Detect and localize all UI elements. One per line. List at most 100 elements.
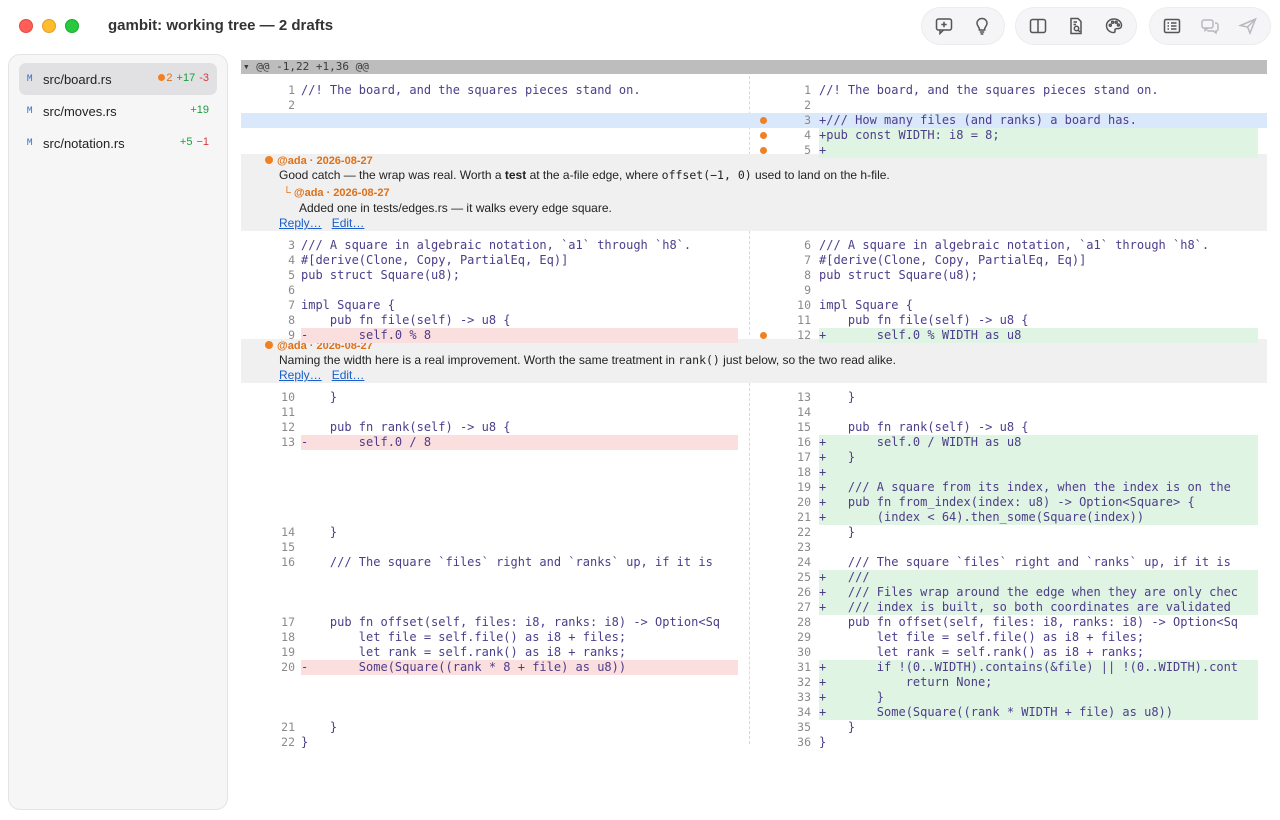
line-number-left: 10 <box>281 390 295 404</box>
file-row[interactable]: Msrc/board.rs 2 +17 -3 <box>19 63 217 95</box>
code-line-left: /// A square in algebraic notation, `a1`… <box>301 238 692 252</box>
reply-author: └ @ada · 2026-08-27 <box>283 187 390 199</box>
zoom-window-button[interactable] <box>65 19 79 33</box>
palette-icon <box>1105 18 1123 34</box>
line-number-left: 3 <box>288 238 295 252</box>
code-line-right: } <box>819 720 856 734</box>
suggestion-button[interactable] <box>966 12 998 40</box>
hunk-header[interactable]: ▾ @@ -1,22 +1,36 @@ <box>241 60 1267 74</box>
code-line-left: - self.0 % 8 <box>301 328 738 343</box>
find-in-document-button[interactable] <box>1060 12 1092 40</box>
send-icon <box>1238 17 1257 35</box>
draft-marker-icon[interactable] <box>760 132 767 139</box>
file-name: src/moves.rs <box>43 103 117 119</box>
split-view-button[interactable] <box>1022 12 1054 40</box>
title-bar: gambit: working tree — 2 drafts <box>0 0 1280 52</box>
line-number-right: 2 <box>804 98 811 112</box>
comment-code: rank() <box>678 353 720 367</box>
draft-marker-icon[interactable] <box>760 117 767 124</box>
code-line-right: pub fn offset(self, files: i8, ranks: i8… <box>819 615 1239 629</box>
reply-link[interactable]: Reply… <box>279 216 322 230</box>
pane-divider <box>749 231 750 335</box>
code-line-right <box>819 283 1258 298</box>
line-number-right: 11 <box>797 313 811 327</box>
conversation-button[interactable] <box>1194 12 1226 40</box>
line-number-left: 20 <box>281 660 295 674</box>
code-line-right: + /// A square from its index, when the … <box>819 480 1258 495</box>
code-line-left: let file = self.file() as i8 + files; <box>301 630 627 644</box>
code-line-left: pub fn rank(self) -> u8 { <box>301 420 511 434</box>
split-view-icon <box>1029 18 1047 34</box>
reply-body: Added one in tests/edges.rs — it walks e… <box>299 201 612 215</box>
line-number-left: 1 <box>288 83 295 97</box>
file-row[interactable]: Msrc/notation.rs +5 −1 <box>19 127 217 159</box>
submit-review-button[interactable] <box>1232 12 1264 40</box>
line-number-right: 4 <box>804 128 811 142</box>
minimize-window-button[interactable] <box>42 19 56 33</box>
edit-link[interactable]: Edit… <box>332 216 365 230</box>
code-line-left <box>301 128 738 143</box>
line-number-right: 32 <box>797 675 811 689</box>
code-line-left: //! The board, and the squares pieces st… <box>301 83 641 97</box>
code-line-right: + Some(Square((rank * WIDTH + file) as u… <box>819 705 1258 720</box>
reply-link[interactable]: Reply… <box>279 368 322 382</box>
code-line-left: - Some(Square((rank * 8 + file) as u8)) <box>301 660 738 675</box>
draft-marker-icon[interactable] <box>760 332 767 339</box>
add-comment-icon <box>935 18 953 36</box>
comment-text: Naming the width here is a real improvem… <box>279 353 679 367</box>
line-number-right: 29 <box>797 630 811 644</box>
code-line-right: impl Square { <box>819 298 913 312</box>
summary-button[interactable] <box>1156 12 1188 40</box>
pane-divider <box>749 383 750 744</box>
line-number-left: 6 <box>288 283 295 297</box>
code-line-left <box>301 450 738 465</box>
code-line-left: #[derive(Clone, Copy, PartialEq, Eq)] <box>301 253 569 267</box>
lightbulb-icon <box>976 17 988 35</box>
line-number-right: 3 <box>804 113 811 127</box>
theme-button[interactable] <box>1098 12 1130 40</box>
chat-bubbles-icon <box>1201 19 1219 35</box>
toolbar-group-comments <box>922 8 1004 44</box>
removed-count: −1 <box>196 136 209 148</box>
code-line-left: pub struct Square(u8); <box>301 268 460 282</box>
close-window-button[interactable] <box>19 19 33 33</box>
code-line-right: + return None; <box>819 675 1258 690</box>
code-line-left: } <box>301 525 338 539</box>
toolbar-group-view <box>1016 8 1136 44</box>
line-number-right: 28 <box>797 615 811 629</box>
line-number-left: 7 <box>288 298 295 312</box>
code-line-left <box>301 480 738 495</box>
code-line-right: + self.0 % WIDTH as u8 <box>819 328 1258 343</box>
code-line-right: +pub const WIDTH: i8 = 8; <box>819 128 1258 143</box>
code-line-left <box>301 540 738 555</box>
edit-link[interactable]: Edit… <box>332 368 365 382</box>
code-line-left <box>301 600 738 615</box>
line-number-right: 13 <box>797 390 811 404</box>
file-name: src/notation.rs <box>43 135 125 151</box>
line-number-right: 10 <box>797 298 811 312</box>
add-comment-button[interactable] <box>928 12 960 40</box>
code-line-right: /// A square in algebraic notation, `a1`… <box>819 238 1210 252</box>
code-line-left <box>301 405 738 420</box>
code-line-left: pub fn offset(self, files: i8, ranks: i8… <box>301 615 721 629</box>
line-number-left: 2 <box>288 98 295 112</box>
code-line-right: let file = self.file() as i8 + files; <box>819 630 1145 644</box>
line-number-right: 16 <box>797 435 811 449</box>
code-line-left: - self.0 / 8 <box>301 435 738 450</box>
line-number-left: 9 <box>288 328 295 342</box>
draft-marker-icon[interactable] <box>760 147 767 154</box>
file-name: src/board.rs <box>43 71 112 87</box>
code-line-right: + <box>819 143 1258 158</box>
code-line-right: pub fn file(self) -> u8 { <box>819 313 1029 327</box>
file-row[interactable]: Msrc/moves.rs +19 <box>19 95 217 127</box>
code-line-right: } <box>819 525 856 539</box>
comment-thread: @ada · 2026-08-27 Naming the width here … <box>241 339 1267 383</box>
line-number-left: 22 <box>281 735 295 749</box>
code-line-right <box>819 405 1258 420</box>
comment-text: at the a-file edge, where <box>526 168 662 182</box>
line-number-right: 35 <box>797 720 811 734</box>
code-line-right: + if !(0..WIDTH).contains(&file) || !(0.… <box>819 660 1258 675</box>
code-line-left: let rank = self.rank() as i8 + ranks; <box>301 645 627 659</box>
code-line-right: //! The board, and the squares pieces st… <box>819 83 1159 97</box>
code-line-left: } <box>301 720 338 734</box>
